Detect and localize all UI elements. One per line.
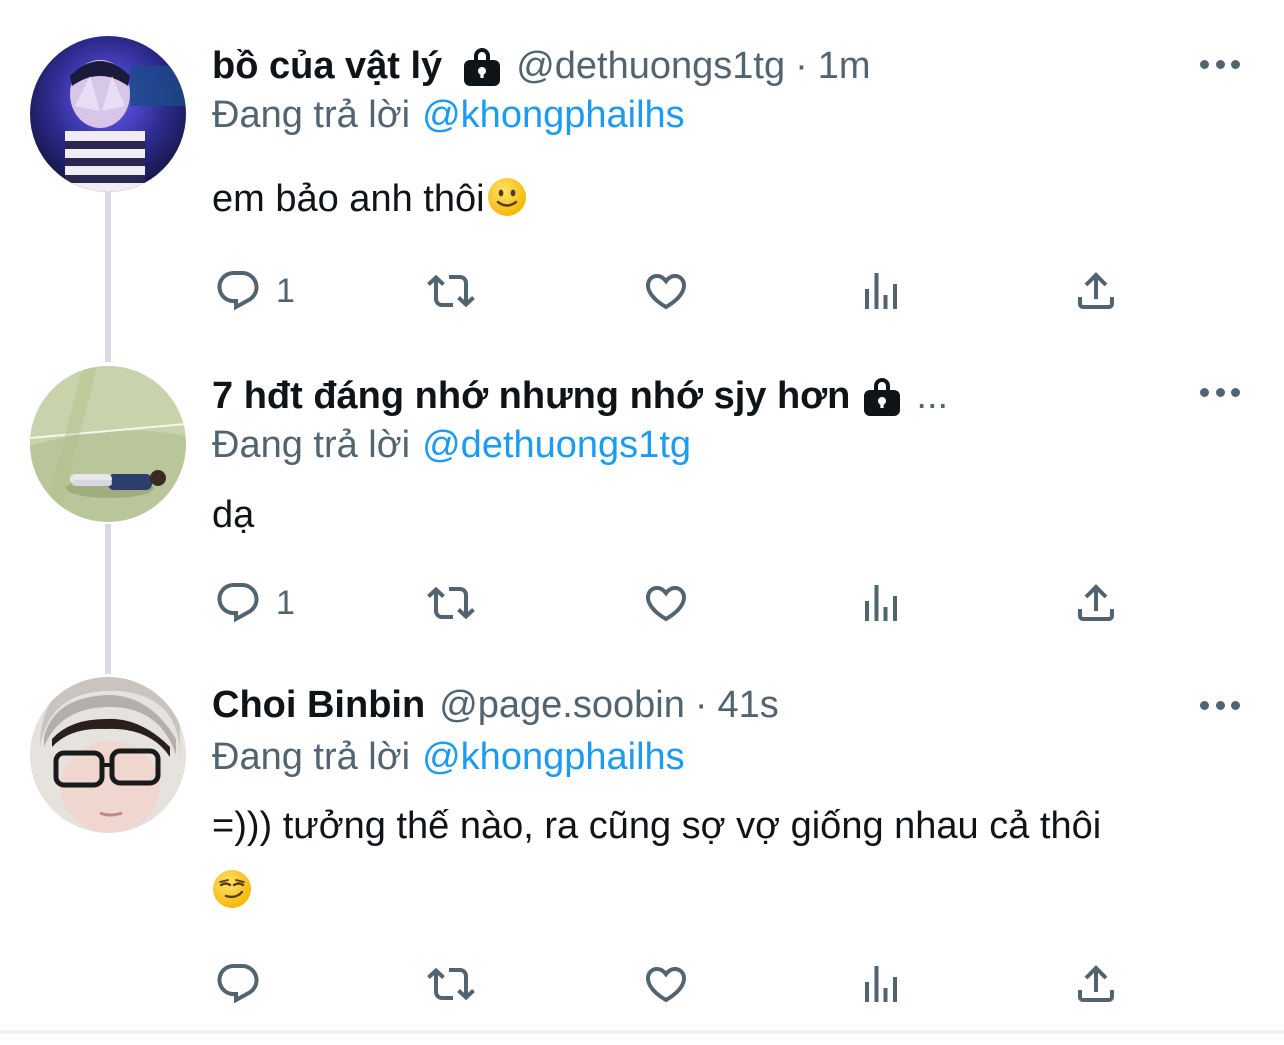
replying-to-label: Đang trả lời <box>212 736 411 778</box>
display-name[interactable]: Choi Binbin <box>212 684 425 727</box>
avatar[interactable] <box>30 677 186 833</box>
reply-icon <box>214 960 262 1008</box>
retweet-button[interactable] <box>427 959 475 1009</box>
like-button[interactable] <box>642 959 690 1009</box>
mention-link[interactable]: @khongphailhs <box>422 736 685 778</box>
divider <box>0 1030 1284 1034</box>
tweet-text: =))) tưởng thế nào, ra cũng sợ vợ giống … <box>212 793 1101 859</box>
replying-to: Đang trả lời @khongphailhs <box>212 736 685 779</box>
analytics-icon <box>857 960 905 1008</box>
smirking-face-emoji <box>213 870 251 908</box>
share-icon <box>1072 960 1120 1008</box>
separator-dot: · <box>694 683 708 726</box>
tweet-header: Choi Binbin @page.soobin · 41s <box>212 675 779 735</box>
reply-button[interactable] <box>214 959 276 1009</box>
share-button[interactable] <box>1072 959 1120 1009</box>
tweet-text-content: =))) tưởng thế nào, ra cũng sợ vợ giống … <box>212 805 1102 847</box>
analytics-button[interactable] <box>857 959 905 1009</box>
retweet-icon <box>427 960 475 1008</box>
more-icon[interactable] <box>1200 685 1240 725</box>
tweet-text-line-2 <box>212 858 252 924</box>
tweet-actions <box>212 959 1132 1009</box>
user-handle[interactable]: @page.soobin <box>439 684 685 727</box>
tweet-reply-3[interactable]: Choi Binbin @page.soobin · 41s Đang trả … <box>0 0 1284 1030</box>
like-icon <box>642 960 690 1008</box>
timestamp[interactable]: 41s <box>718 684 779 727</box>
